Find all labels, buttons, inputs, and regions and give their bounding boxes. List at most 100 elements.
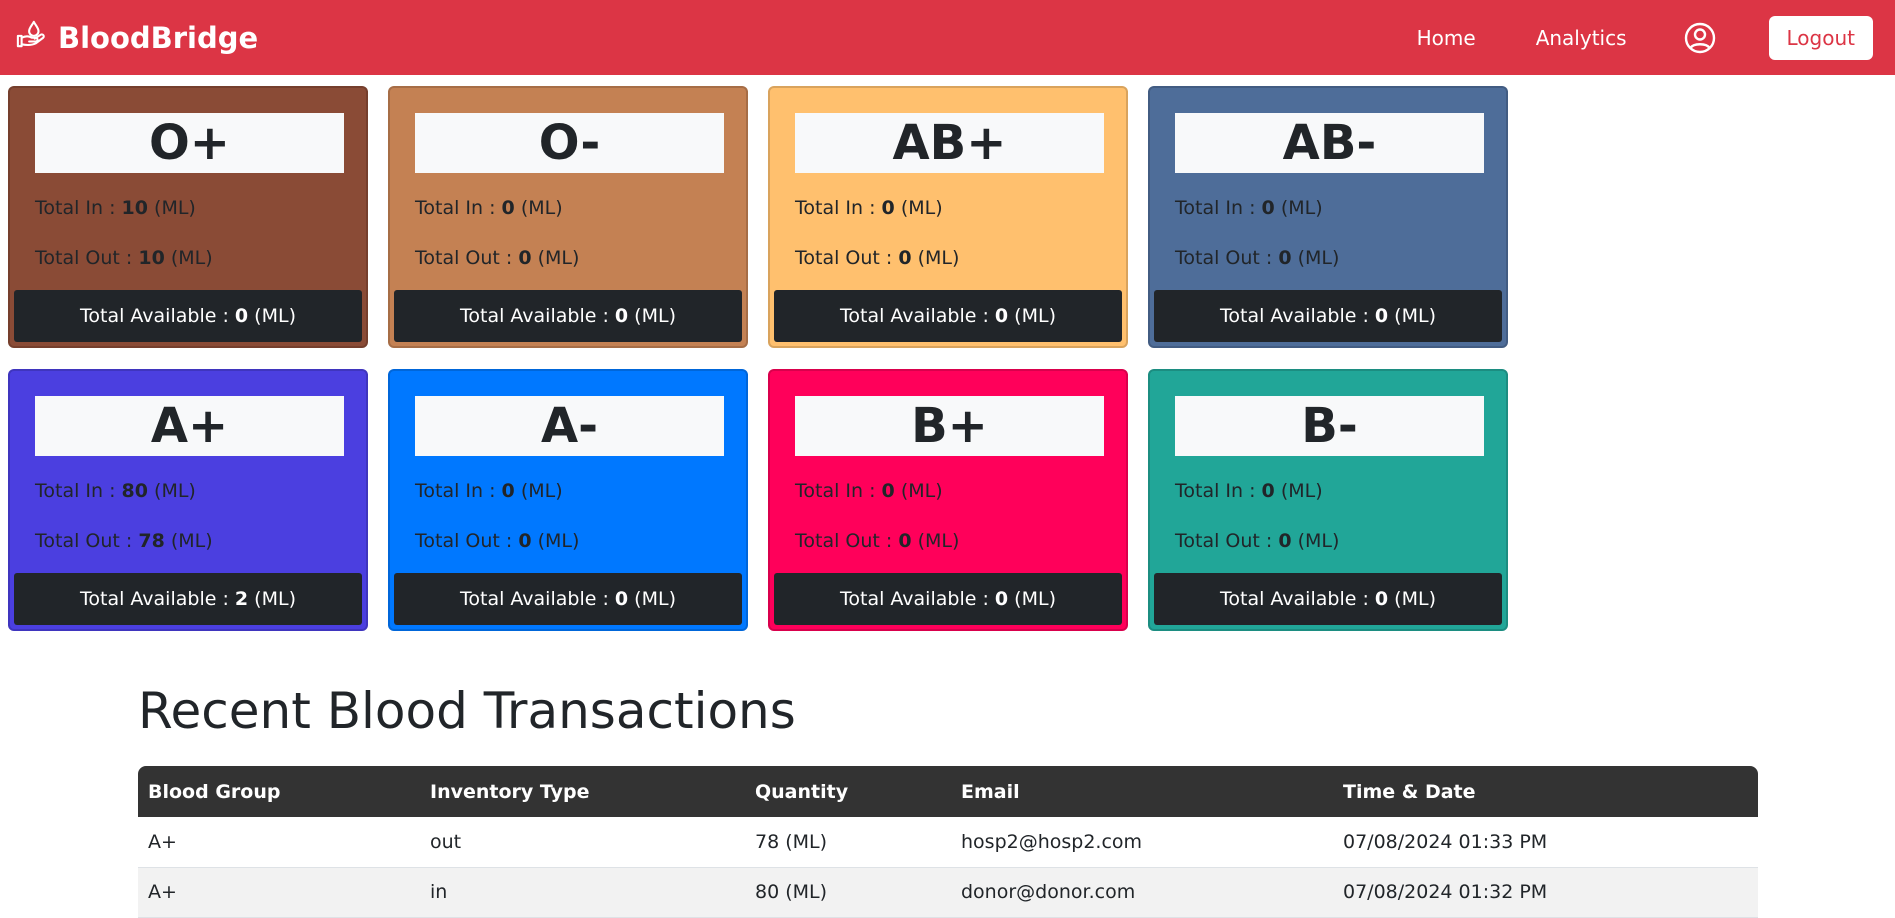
total-in-row: Total In : 0 (ML): [795, 197, 943, 219]
total-in-label: Total In :: [795, 197, 882, 219]
total-in-value: 0: [501, 197, 515, 219]
logout-button[interactable]: Logout: [1768, 15, 1873, 60]
unit-label: (ML): [1388, 588, 1436, 610]
total-available-value: 0: [1374, 305, 1389, 327]
brand[interactable]: BloodBridge: [16, 19, 258, 56]
total-in-value: 10: [121, 197, 148, 219]
total-in-row: Total In : 0 (ML): [795, 480, 943, 502]
brand-name: BloodBridge: [58, 20, 259, 55]
blood-card: A- Total In : 0 (ML) Total Out : 0 (ML) Tot…: [388, 369, 748, 631]
total-available-value: 0: [1374, 588, 1389, 610]
nav-home-link[interactable]: Home: [1417, 26, 1476, 50]
transactions-table: Blood Group Inventory Type Quantity Emai…: [138, 766, 1758, 918]
total-out-value: 0: [898, 247, 912, 269]
total-available-footer: Total Available : 0 (ML): [14, 290, 362, 342]
total-in-row: Total In : 0 (ML): [1175, 197, 1323, 219]
table-cell: out: [420, 817, 745, 868]
blood-group-label: O-: [415, 113, 724, 173]
total-out-row: Total Out : 0 (ML): [795, 247, 959, 269]
blood-group-label: A-: [415, 396, 724, 456]
total-in-value: 0: [881, 480, 895, 502]
blood-card: B+ Total In : 0 (ML) Total Out : 0 (ML) Tot…: [768, 369, 1128, 631]
unit-label: (ML): [248, 588, 296, 610]
column-header: Inventory Type: [430, 780, 590, 803]
total-in-value: 0: [501, 480, 515, 502]
total-available-footer: Total Available : 0 (ML): [1154, 290, 1502, 342]
unit-label: (ML): [1291, 247, 1340, 269]
total-in-label: Total In :: [35, 197, 122, 219]
total-out-row: Total Out : 0 (ML): [795, 530, 959, 552]
total-out-row: Total Out : 0 (ML): [1175, 247, 1339, 269]
unit-label: (ML): [1291, 530, 1340, 552]
table-header-row: Blood Group Inventory Type Quantity Emai…: [138, 766, 1758, 817]
total-out-row: Total Out : 0 (ML): [1175, 530, 1339, 552]
total-available-label: Total Available :: [460, 588, 615, 610]
total-available-label: Total Available :: [80, 305, 235, 327]
table-cell: 07/08/2024 01:33 PM: [1333, 817, 1758, 868]
unit-label: (ML): [531, 247, 580, 269]
total-out-label: Total Out :: [35, 530, 139, 552]
total-in-label: Total In :: [415, 480, 502, 502]
total-out-row: Total Out : 10 (ML): [35, 247, 213, 269]
table-cell: in: [420, 867, 745, 918]
column-header: Time & Date: [1343, 780, 1476, 803]
total-available-label: Total Available :: [840, 588, 995, 610]
user-profile-icon[interactable]: [1683, 21, 1717, 55]
total-available-label: Total Available :: [80, 588, 235, 610]
blood-card: O- Total In : 0 (ML) Total Out : 0 (ML) Tot…: [388, 86, 748, 348]
column-header: Blood Group: [148, 780, 281, 803]
total-available-label: Total Available :: [460, 305, 615, 327]
unit-label: (ML): [1008, 305, 1056, 327]
total-out-value: 0: [518, 530, 532, 552]
table-cell: 78 (ML): [745, 817, 951, 868]
blood-group-label: A+: [35, 396, 344, 456]
total-in-row: Total In : 80 (ML): [35, 480, 196, 502]
total-in-label: Total In :: [35, 480, 122, 502]
total-available-value: 0: [234, 305, 249, 327]
table-row: A+ out 78 (ML) hosp2@hosp2.com 07/08/202…: [138, 817, 1758, 868]
total-out-value: 0: [1278, 247, 1292, 269]
total-in-row: Total In : 0 (ML): [1175, 480, 1323, 502]
blood-card: A+ Total In : 80 (ML) Total Out : 78 (ML) T…: [8, 369, 368, 631]
total-out-row: Total Out : 78 (ML): [35, 530, 213, 552]
total-available-value: 0: [614, 588, 629, 610]
total-in-value: 80: [121, 480, 148, 502]
unit-label: (ML): [514, 197, 563, 219]
total-out-value: 0: [518, 247, 532, 269]
total-out-label: Total Out :: [795, 530, 899, 552]
unit-label: (ML): [1274, 480, 1323, 502]
unit-label: (ML): [248, 305, 296, 327]
total-in-row: Total In : 0 (ML): [415, 480, 563, 502]
unit-label: (ML): [148, 197, 196, 219]
total-available-footer: Total Available : 0 (ML): [1154, 573, 1502, 625]
total-out-row: Total Out : 0 (ML): [415, 247, 579, 269]
unit-label: (ML): [514, 480, 563, 502]
unit-label: (ML): [911, 247, 960, 269]
total-in-value: 0: [1261, 197, 1275, 219]
total-available-footer: Total Available : 0 (ML): [774, 573, 1122, 625]
total-out-label: Total Out :: [35, 247, 139, 269]
blood-group-label: B-: [1175, 396, 1484, 456]
total-available-footer: Total Available : 2 (ML): [14, 573, 362, 625]
total-in-row: Total In : 10 (ML): [35, 197, 196, 219]
total-in-label: Total In :: [795, 480, 882, 502]
total-out-label: Total Out :: [415, 530, 519, 552]
table-cell: A+: [138, 817, 420, 868]
column-header: Quantity: [755, 780, 849, 803]
blood-card: AB+ Total In : 0 (ML) Total Out : 0 (ML) To…: [768, 86, 1128, 348]
total-in-value: 0: [881, 197, 895, 219]
total-available-label: Total Available :: [1220, 588, 1375, 610]
nav-menu: Home Analytics Logout: [1417, 15, 1879, 60]
total-available-value: 0: [994, 305, 1009, 327]
total-out-value: 0: [898, 530, 912, 552]
total-out-label: Total Out :: [1175, 247, 1279, 269]
total-out-label: Total Out :: [795, 247, 899, 269]
blood-group-label: O+: [35, 113, 344, 173]
total-available-value: 0: [994, 588, 1009, 610]
blood-group-label: AB-: [1175, 113, 1484, 173]
total-in-label: Total In :: [1175, 480, 1262, 502]
table-cell: 07/08/2024 01:32 PM: [1333, 867, 1758, 918]
nav-analytics-link[interactable]: Analytics: [1536, 26, 1627, 50]
unit-label: (ML): [894, 197, 943, 219]
total-out-value: 78: [138, 530, 165, 552]
